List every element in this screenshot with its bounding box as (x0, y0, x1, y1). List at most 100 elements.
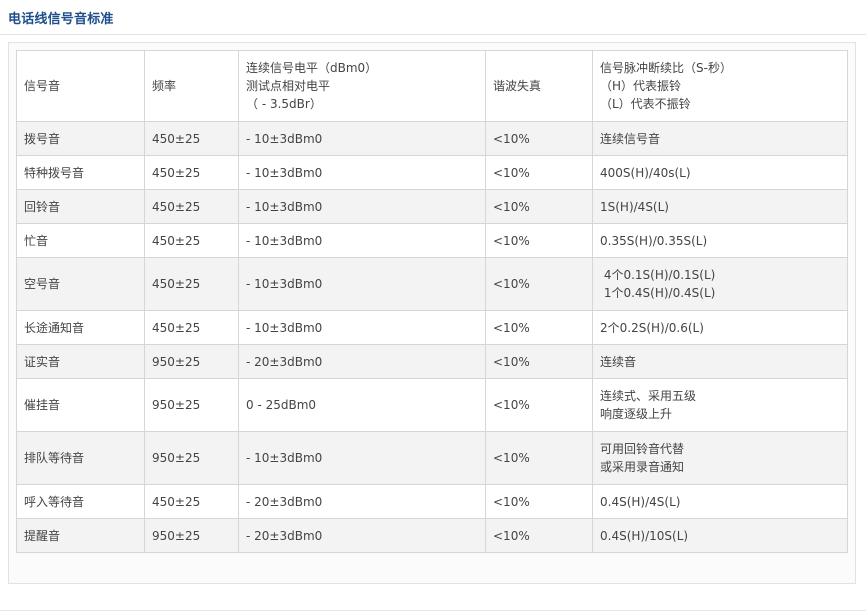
table-header-row: 信号音 频率 连续信号电平（dBm0） 测试点相对电平 （ - 3.5dBr） … (16, 50, 848, 122)
cell-ratio-line: 0.4S(H)/10S(L) (600, 528, 689, 543)
cell-ratio: 4个0.1S(H)/0.1S(L) 1个0.4S(H)/0.4S(L) (592, 257, 848, 311)
table-row: 呼入等待音 450±25- 20±3dBm0 <10% 0.4S(H)/4S(L) (16, 484, 848, 519)
table-row: 排队等待音 950±25- 10±3dBm0 <10% 可用回铃音代替 或采用录音通知 (16, 431, 848, 485)
cell-distortion: <10% (485, 121, 593, 156)
cell-ratio: 1S(H)/4S(L) (592, 189, 848, 224)
cell-ratio-line: 可用回铃音代替 (600, 442, 685, 456)
cell-ratio: 连续信号音 (592, 121, 848, 156)
cell-signal: 催挂音 (16, 378, 145, 432)
cell-level: - 10±3dBm0 (238, 189, 486, 224)
cell-signal: 提醒音 (16, 518, 145, 553)
header-signal-line: 信号音 (24, 79, 61, 93)
cell-ratio-line: 连续式、采用五级 (600, 389, 697, 403)
header-ratio-line: （H）代表振铃 (600, 79, 682, 93)
cell-signal: 忙音 (16, 223, 145, 258)
cell-level: - 10±3dBm0 (238, 257, 486, 311)
cell-frequency: 450±25 (144, 189, 239, 224)
cell-level: - 10±3dBm0 (238, 155, 486, 190)
table-row: 拨号音 450±25- 10±3dBm0 <10% 连续信号音 (16, 121, 848, 156)
cell-ratio-line: 1个0.4S(H)/0.4S(L) (600, 286, 716, 300)
header-level-line: （ - 3.5dBr） (246, 97, 322, 111)
table-row: 催挂音 950±25 0 - 25dBm0 <10% 连续式、采用五级 响度逐级上升 (16, 378, 848, 432)
cell-ratio-line: 400S(H)/40s(L) (600, 165, 691, 180)
header-distortion-line: 谐波失真 (493, 79, 542, 93)
cell-frequency: 450±25 (144, 223, 239, 258)
cell-distortion: <10% (485, 518, 593, 553)
cell-frequency: 450±25 (144, 155, 239, 190)
table-row: 忙音 450±25- 10±3dBm0 <10% 0.35S(H)/0.35S(L) (16, 223, 848, 258)
cell-level: 0 - 25dBm0 (238, 378, 486, 432)
cell-distortion: <10% (485, 484, 593, 519)
cell-frequency: 450±25 (144, 121, 239, 156)
cell-ratio: 连续音 (592, 344, 848, 379)
cell-signal: 排队等待音 (16, 431, 145, 485)
cell-level: - 10±3dBm0 (238, 431, 486, 485)
header-level-line: 连续信号电平（dBm0） (246, 61, 378, 75)
header-ratio-line: （L）代表不振铃 (600, 97, 691, 111)
cell-ratio-line: 0.4S(H)/4S(L) (600, 494, 681, 509)
cell-distortion: <10% (485, 431, 593, 485)
table-row: 提醒音 950±25- 20±3dBm0 <10% 0.4S(H)/10S(L) (16, 518, 848, 553)
cell-distortion: <10% (485, 189, 593, 224)
cell-level: - 20±3dBm0 (238, 518, 486, 553)
table-row: 长途通知音 450±25- 10±3dBm0 <10% 2个0.2S(H)/0.6(L… (16, 310, 848, 345)
header-level-line: 测试点相对电平 (246, 79, 331, 93)
table-row: 回铃音 450±25- 10±3dBm0 <10% 1S(H)/4S(L) (16, 189, 848, 224)
cell-level: - 10±3dBm0 (238, 121, 486, 156)
page-title: 电话线信号音标准 (8, 12, 114, 27)
cell-distortion: <10% (485, 257, 593, 311)
cell-ratio: 400S(H)/40s(L) (592, 155, 848, 190)
cell-ratio: 0.4S(H)/4S(L) (592, 484, 848, 519)
header-level: 连续信号电平（dBm0） 测试点相对电平 （ - 3.5dBr） (238, 50, 486, 122)
cell-ratio-line: 或采用录音通知 (600, 460, 685, 474)
table-row: 证实音 950±25- 20±3dBm0 <10% 连续音 (16, 344, 848, 379)
cell-ratio: 0.35S(H)/0.35S(L) (592, 223, 848, 258)
header-frequency: 频率 (144, 50, 239, 122)
cell-frequency: 950±25 (144, 344, 239, 379)
cell-level: - 10±3dBm0 (238, 223, 486, 258)
cell-frequency: 950±25 (144, 518, 239, 553)
cell-ratio-line: 响度逐级上升 (600, 407, 673, 421)
header-ratio-line: 信号脉冲断续比（S-秒） (600, 61, 732, 75)
cell-distortion: <10% (485, 223, 593, 258)
cell-ratio-line: 2个0.2S(H)/0.6(L) (600, 320, 704, 335)
header-ratio: 信号脉冲断续比（S-秒） （H）代表振铃 （L）代表不振铃 (592, 50, 848, 122)
cell-ratio-line: 1S(H)/4S(L) (600, 199, 669, 214)
footer-divider (0, 610, 866, 611)
cell-signal: 特种拨号音 (16, 155, 145, 190)
cell-frequency: 450±25 (144, 257, 239, 311)
cell-level: - 10±3dBm0 (238, 310, 486, 345)
cell-distortion: <10% (485, 344, 593, 379)
cell-signal: 呼入等待音 (16, 484, 145, 519)
cell-distortion: <10% (485, 155, 593, 190)
cell-distortion: <10% (485, 378, 593, 432)
cell-level: - 20±3dBm0 (238, 344, 486, 379)
cell-signal: 长途通知音 (16, 310, 145, 345)
table-row: 特种拨号音 450±25- 10±3dBm0 <10% 400S(H)/40s(L) (16, 155, 848, 190)
header-distortion: 谐波失真 (485, 50, 593, 122)
header-frequency-line: 频率 (152, 79, 177, 93)
cell-frequency: 450±25 (144, 484, 239, 519)
cell-signal: 拨号音 (16, 121, 145, 156)
cell-ratio: 0.4S(H)/10S(L) (592, 518, 848, 553)
cell-level: - 20±3dBm0 (238, 484, 486, 519)
cell-ratio: 2个0.2S(H)/0.6(L) (592, 310, 848, 345)
page-header: 电话线信号音标准 (0, 0, 866, 35)
cell-distortion: <10% (485, 310, 593, 345)
table-row: 空号音 450±25- 10±3dBm0 <10% 4个0.1S(H)/0.1S(L… (16, 257, 848, 311)
cell-frequency: 450±25 (144, 310, 239, 345)
table-body: 拨号音 450±25- 10±3dBm0 <10% 连续信号音 特种拨号音 450±25-… (16, 121, 848, 553)
header-signal: 信号音 (16, 50, 145, 122)
cell-ratio-line: 连续音 (600, 354, 637, 369)
cell-ratio-line: 0.35S(H)/0.35S(L) (600, 233, 708, 248)
cell-signal: 回铃音 (16, 189, 145, 224)
cell-frequency: 950±25 (144, 378, 239, 432)
cell-ratio: 连续式、采用五级 响度逐级上升 (592, 378, 848, 432)
signal-tone-table: 信号音 频率 连续信号电平（dBm0） 测试点相对电平 （ - 3.5dBr） … (16, 50, 848, 553)
cell-ratio-line: 连续信号音 (600, 131, 661, 146)
cell-signal: 空号音 (16, 257, 145, 311)
cell-ratio-line: 4个0.1S(H)/0.1S(L) (600, 268, 716, 282)
cell-signal: 证实音 (16, 344, 145, 379)
cell-ratio: 可用回铃音代替 或采用录音通知 (592, 431, 848, 485)
cell-frequency: 950±25 (144, 431, 239, 485)
